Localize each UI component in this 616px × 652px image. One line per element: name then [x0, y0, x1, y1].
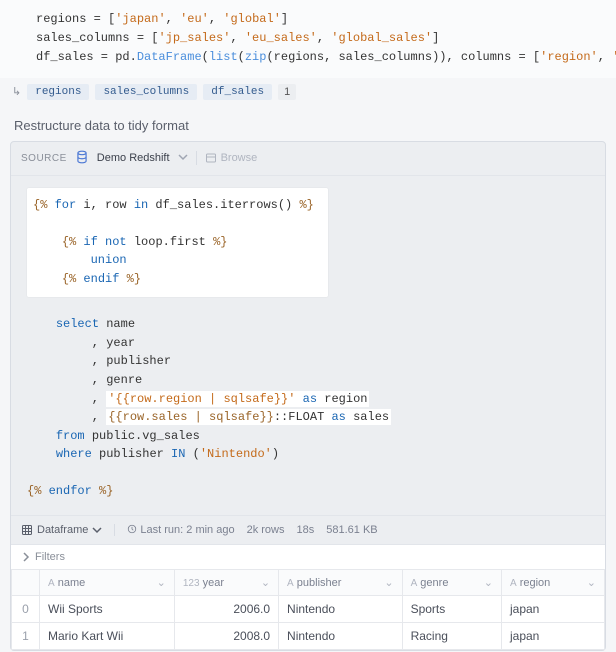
query-block: SOURCE Demo Redshift Browse {% for i, ro…	[10, 141, 606, 652]
row-index-header	[12, 570, 40, 596]
table-row[interactable]: 1 Mario Kart Wii 2008.0 Nintendo Racing …	[12, 623, 605, 650]
col-header-region[interactable]: A region⌄	[501, 570, 604, 596]
status-bar: Dataframe Last run: 2 min ago 2k rows 18…	[11, 515, 605, 544]
var-chip-regions[interactable]: regions	[27, 84, 89, 100]
row-count: 2k rows	[247, 524, 285, 536]
output-arrow-icon: ↳	[12, 85, 21, 98]
col-header-genre[interactable]: A genre⌄	[402, 570, 501, 596]
chevron-down-icon[interactable]	[178, 152, 188, 165]
col-header-publisher[interactable]: A publisher⌄	[279, 570, 403, 596]
source-name[interactable]: Demo Redshift	[97, 152, 170, 164]
chevron-right-icon	[21, 552, 31, 562]
var-chip-df-sales[interactable]: df_sales	[203, 84, 272, 100]
browse-button[interactable]: Browse	[205, 152, 258, 164]
filters-bar[interactable]: Filters	[11, 544, 605, 569]
table-row[interactable]: 0 Wii Sports 2006.0 Nintendo Sports japa…	[12, 596, 605, 623]
col-header-year[interactable]: 123 year⌄	[174, 570, 278, 596]
result-size: 581.61 KB	[326, 524, 377, 536]
col-header-name[interactable]: A name⌄	[40, 570, 175, 596]
last-run-status: Last run: 2 min ago	[127, 524, 234, 536]
dataframe-dropdown[interactable]: Dataframe	[21, 524, 102, 536]
section-title: Restructure data to tidy format	[0, 106, 616, 141]
database-icon	[75, 150, 89, 167]
query-time: 18s	[297, 524, 315, 536]
output-vars-row: ↳ regions sales_columns df_sales 1	[0, 78, 616, 106]
results-table: A name⌄ 123 year⌄ A publisher⌄ A genre⌄ …	[11, 569, 605, 650]
source-label: SOURCE	[21, 153, 67, 164]
sql-editor[interactable]: {% for i, row in df_sales.iterrows() %} …	[11, 176, 605, 516]
source-bar: SOURCE Demo Redshift Browse	[11, 142, 605, 176]
output-count: 1	[278, 84, 296, 100]
var-chip-sales-columns[interactable]: sales_columns	[95, 84, 197, 100]
python-code-cell[interactable]: regions = ['japan', 'eu', 'global'] sale…	[0, 0, 616, 78]
